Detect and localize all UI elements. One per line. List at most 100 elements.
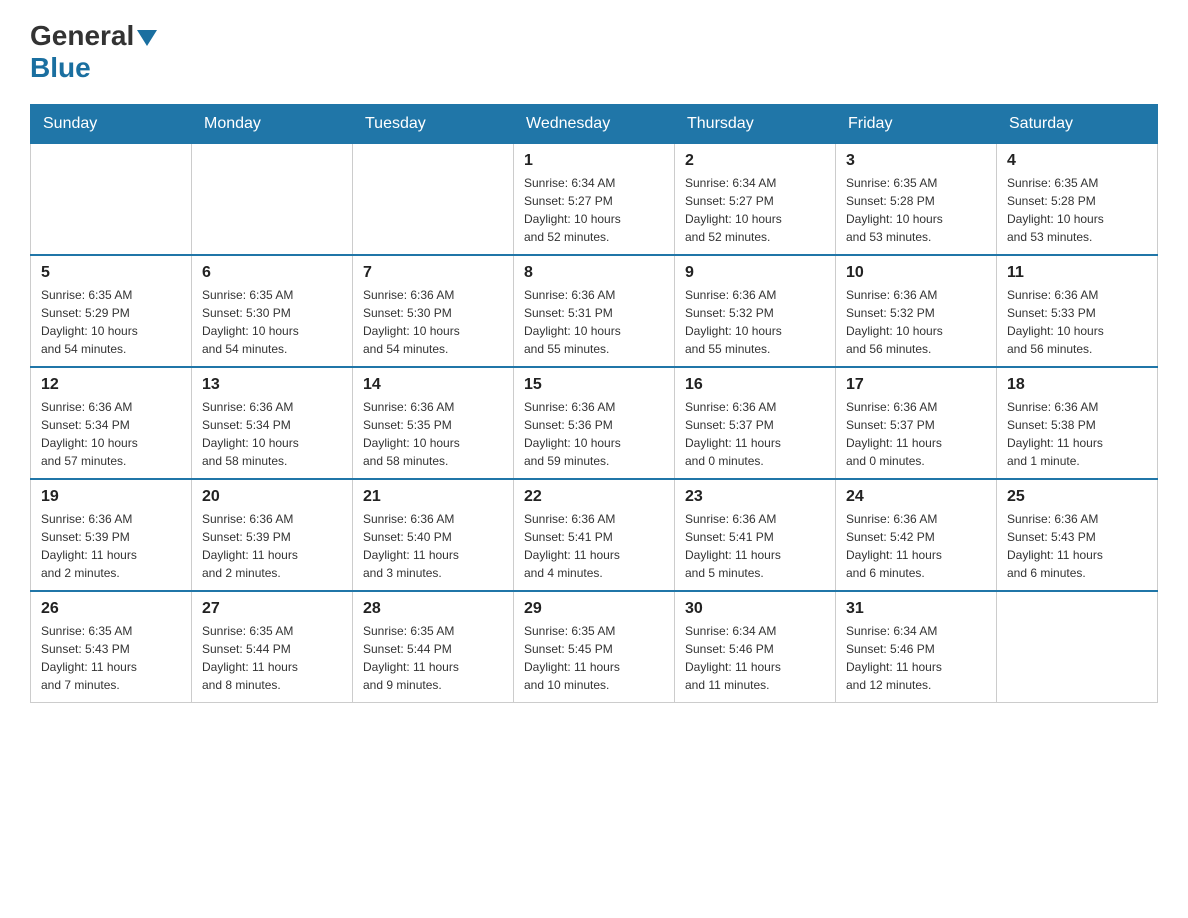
- day-number: 29: [524, 600, 664, 618]
- calendar-cell: 13 Sunrise: 6:36 AM Sunset: 5:34 PM Dayli…: [192, 367, 353, 479]
- calendar-cell: 23Sunrise: 6:36 AM Sunset: 5:41 PM Dayli…: [675, 479, 836, 591]
- day-info: Sunrise: 6:36 AM Sunset: 5:34 PM Dayligh…: [41, 398, 181, 470]
- calendar-cell: 5Sunrise: 6:35 AM Sunset: 5:29 PM Daylig…: [31, 255, 192, 367]
- day-number: 24: [846, 488, 986, 506]
- weekday-header-friday: Friday: [836, 105, 997, 144]
- calendar-cell: 20 Sunrise: 6:36 AM Sunset: 5:39 PM Dayli…: [192, 479, 353, 591]
- calendar-cell: 7 Sunrise: 6:36 AM Sunset: 5:30 PM Daylig…: [353, 255, 514, 367]
- day-number: 21: [363, 488, 503, 506]
- calendar-cell: 3 Sunrise: 6:35 AM Sunset: 5:28 PM Daylig…: [836, 144, 997, 256]
- day-number: 10: [846, 264, 986, 282]
- calendar-cell: 10 Sunrise: 6:36 AM Sunset: 5:32 PM Dayli…: [836, 255, 997, 367]
- logo-blue-text: Blue: [30, 52, 91, 83]
- calendar-cell: 11 Sunrise: 6:36 AM Sunset: 5:33 PM Dayli…: [997, 255, 1158, 367]
- calendar-week-row: 19 Sunrise: 6:36 AM Sunset: 5:39 PM Dayli…: [31, 479, 1158, 591]
- day-info: Sunrise: 6:36 AM Sunset: 5:36 PM Dayligh…: [524, 398, 664, 470]
- calendar-week-row: 12Sunrise: 6:36 AM Sunset: 5:34 PM Dayli…: [31, 367, 1158, 479]
- day-info: Sunrise: 6:36 AM Sunset: 5:33 PM Dayligh…: [1007, 286, 1147, 358]
- weekday-header-wednesday: Wednesday: [514, 105, 675, 144]
- calendar-cell: 21 Sunrise: 6:36 AM Sunset: 5:40 PM Dayli…: [353, 479, 514, 591]
- calendar-cell: 25Sunrise: 6:36 AM Sunset: 5:43 PM Dayli…: [997, 479, 1158, 591]
- day-number: 18: [1007, 376, 1147, 394]
- day-number: 5: [41, 264, 181, 282]
- calendar-week-row: 1 Sunrise: 6:34 AM Sunset: 5:27 PM Daylig…: [31, 144, 1158, 256]
- day-info: Sunrise: 6:36 AM Sunset: 5:39 PM Dayligh…: [41, 510, 181, 582]
- calendar-cell: 28Sunrise: 6:35 AM Sunset: 5:44 PM Dayli…: [353, 591, 514, 703]
- day-number: 6: [202, 264, 342, 282]
- day-info: Sunrise: 6:35 AM Sunset: 5:45 PM Dayligh…: [524, 622, 664, 694]
- day-info: Sunrise: 6:35 AM Sunset: 5:30 PM Dayligh…: [202, 286, 342, 358]
- calendar-cell: 27 Sunrise: 6:35 AM Sunset: 5:44 PM Dayli…: [192, 591, 353, 703]
- calendar-cell: 16 Sunrise: 6:36 AM Sunset: 5:37 PM Dayli…: [675, 367, 836, 479]
- calendar-week-row: 26Sunrise: 6:35 AM Sunset: 5:43 PM Dayli…: [31, 591, 1158, 703]
- day-info: Sunrise: 6:34 AM Sunset: 5:46 PM Dayligh…: [685, 622, 825, 694]
- weekday-header-thursday: Thursday: [675, 105, 836, 144]
- calendar-cell: 4 Sunrise: 6:35 AM Sunset: 5:28 PM Daylig…: [997, 144, 1158, 256]
- logo: General Blue: [30, 20, 160, 84]
- calendar-table: SundayMondayTuesdayWednesdayThursdayFrid…: [30, 104, 1158, 703]
- day-info: Sunrise: 6:36 AM Sunset: 5:43 PM Dayligh…: [1007, 510, 1147, 582]
- weekday-header-tuesday: Tuesday: [353, 105, 514, 144]
- day-number: 26: [41, 600, 181, 618]
- day-info: Sunrise: 6:34 AM Sunset: 5:27 PM Dayligh…: [685, 174, 825, 246]
- calendar-cell: 2 Sunrise: 6:34 AM Sunset: 5:27 PM Daylig…: [675, 144, 836, 256]
- calendar-cell: 29 Sunrise: 6:35 AM Sunset: 5:45 PM Dayli…: [514, 591, 675, 703]
- day-number: 30: [685, 600, 825, 618]
- day-info: Sunrise: 6:36 AM Sunset: 5:41 PM Dayligh…: [685, 510, 825, 582]
- calendar-cell: [997, 591, 1158, 703]
- day-info: Sunrise: 6:36 AM Sunset: 5:39 PM Dayligh…: [202, 510, 342, 582]
- calendar-cell: 22 Sunrise: 6:36 AM Sunset: 5:41 PM Dayli…: [514, 479, 675, 591]
- day-info: Sunrise: 6:36 AM Sunset: 5:32 PM Dayligh…: [846, 286, 986, 358]
- day-info: Sunrise: 6:36 AM Sunset: 5:38 PM Dayligh…: [1007, 398, 1147, 470]
- day-info: Sunrise: 6:36 AM Sunset: 5:30 PM Dayligh…: [363, 286, 503, 358]
- day-number: 13: [202, 376, 342, 394]
- calendar-cell: [192, 144, 353, 256]
- day-number: 31: [846, 600, 986, 618]
- day-info: Sunrise: 6:36 AM Sunset: 5:40 PM Dayligh…: [363, 510, 503, 582]
- calendar-cell: 9Sunrise: 6:36 AM Sunset: 5:32 PM Daylig…: [675, 255, 836, 367]
- day-number: 2: [685, 152, 825, 170]
- calendar-cell: 24 Sunrise: 6:36 AM Sunset: 5:42 PM Dayli…: [836, 479, 997, 591]
- day-info: Sunrise: 6:35 AM Sunset: 5:28 PM Dayligh…: [846, 174, 986, 246]
- day-number: 17: [846, 376, 986, 394]
- day-number: 4: [1007, 152, 1147, 170]
- page-header: General Blue: [30, 20, 1158, 84]
- day-info: Sunrise: 6:36 AM Sunset: 5:31 PM Dayligh…: [524, 286, 664, 358]
- day-info: Sunrise: 6:34 AM Sunset: 5:46 PM Dayligh…: [846, 622, 986, 694]
- day-number: 20: [202, 488, 342, 506]
- day-info: Sunrise: 6:35 AM Sunset: 5:28 PM Dayligh…: [1007, 174, 1147, 246]
- day-number: 22: [524, 488, 664, 506]
- day-info: Sunrise: 6:35 AM Sunset: 5:44 PM Dayligh…: [363, 622, 503, 694]
- day-info: Sunrise: 6:35 AM Sunset: 5:44 PM Dayligh…: [202, 622, 342, 694]
- calendar-cell: 17Sunrise: 6:36 AM Sunset: 5:37 PM Dayli…: [836, 367, 997, 479]
- calendar-cell: 12Sunrise: 6:36 AM Sunset: 5:34 PM Dayli…: [31, 367, 192, 479]
- weekday-header-sunday: Sunday: [31, 105, 192, 144]
- calendar-cell: [31, 144, 192, 256]
- calendar-cell: 18 Sunrise: 6:36 AM Sunset: 5:38 PM Dayli…: [997, 367, 1158, 479]
- calendar-cell: 1 Sunrise: 6:34 AM Sunset: 5:27 PM Daylig…: [514, 144, 675, 256]
- day-info: Sunrise: 6:36 AM Sunset: 5:34 PM Dayligh…: [202, 398, 342, 470]
- day-number: 3: [846, 152, 986, 170]
- calendar-cell: 14Sunrise: 6:36 AM Sunset: 5:35 PM Dayli…: [353, 367, 514, 479]
- calendar-cell: 15 Sunrise: 6:36 AM Sunset: 5:36 PM Dayli…: [514, 367, 675, 479]
- day-number: 1: [524, 152, 664, 170]
- logo-general-text: General: [30, 20, 134, 52]
- day-number: 16: [685, 376, 825, 394]
- day-info: Sunrise: 6:36 AM Sunset: 5:37 PM Dayligh…: [685, 398, 825, 470]
- calendar-cell: 31 Sunrise: 6:34 AM Sunset: 5:46 PM Dayli…: [836, 591, 997, 703]
- day-info: Sunrise: 6:36 AM Sunset: 5:41 PM Dayligh…: [524, 510, 664, 582]
- calendar-cell: 26Sunrise: 6:35 AM Sunset: 5:43 PM Dayli…: [31, 591, 192, 703]
- day-number: 7: [363, 264, 503, 282]
- calendar-cell: 30 Sunrise: 6:34 AM Sunset: 5:46 PM Dayli…: [675, 591, 836, 703]
- day-number: 15: [524, 376, 664, 394]
- day-number: 19: [41, 488, 181, 506]
- day-number: 14: [363, 376, 503, 394]
- day-info: Sunrise: 6:34 AM Sunset: 5:27 PM Dayligh…: [524, 174, 664, 246]
- day-number: 11: [1007, 264, 1147, 282]
- calendar-week-row: 5Sunrise: 6:35 AM Sunset: 5:29 PM Daylig…: [31, 255, 1158, 367]
- weekday-header-saturday: Saturday: [997, 105, 1158, 144]
- weekday-header-row: SundayMondayTuesdayWednesdayThursdayFrid…: [31, 105, 1158, 144]
- day-number: 27: [202, 600, 342, 618]
- day-number: 8: [524, 264, 664, 282]
- day-info: Sunrise: 6:36 AM Sunset: 5:42 PM Dayligh…: [846, 510, 986, 582]
